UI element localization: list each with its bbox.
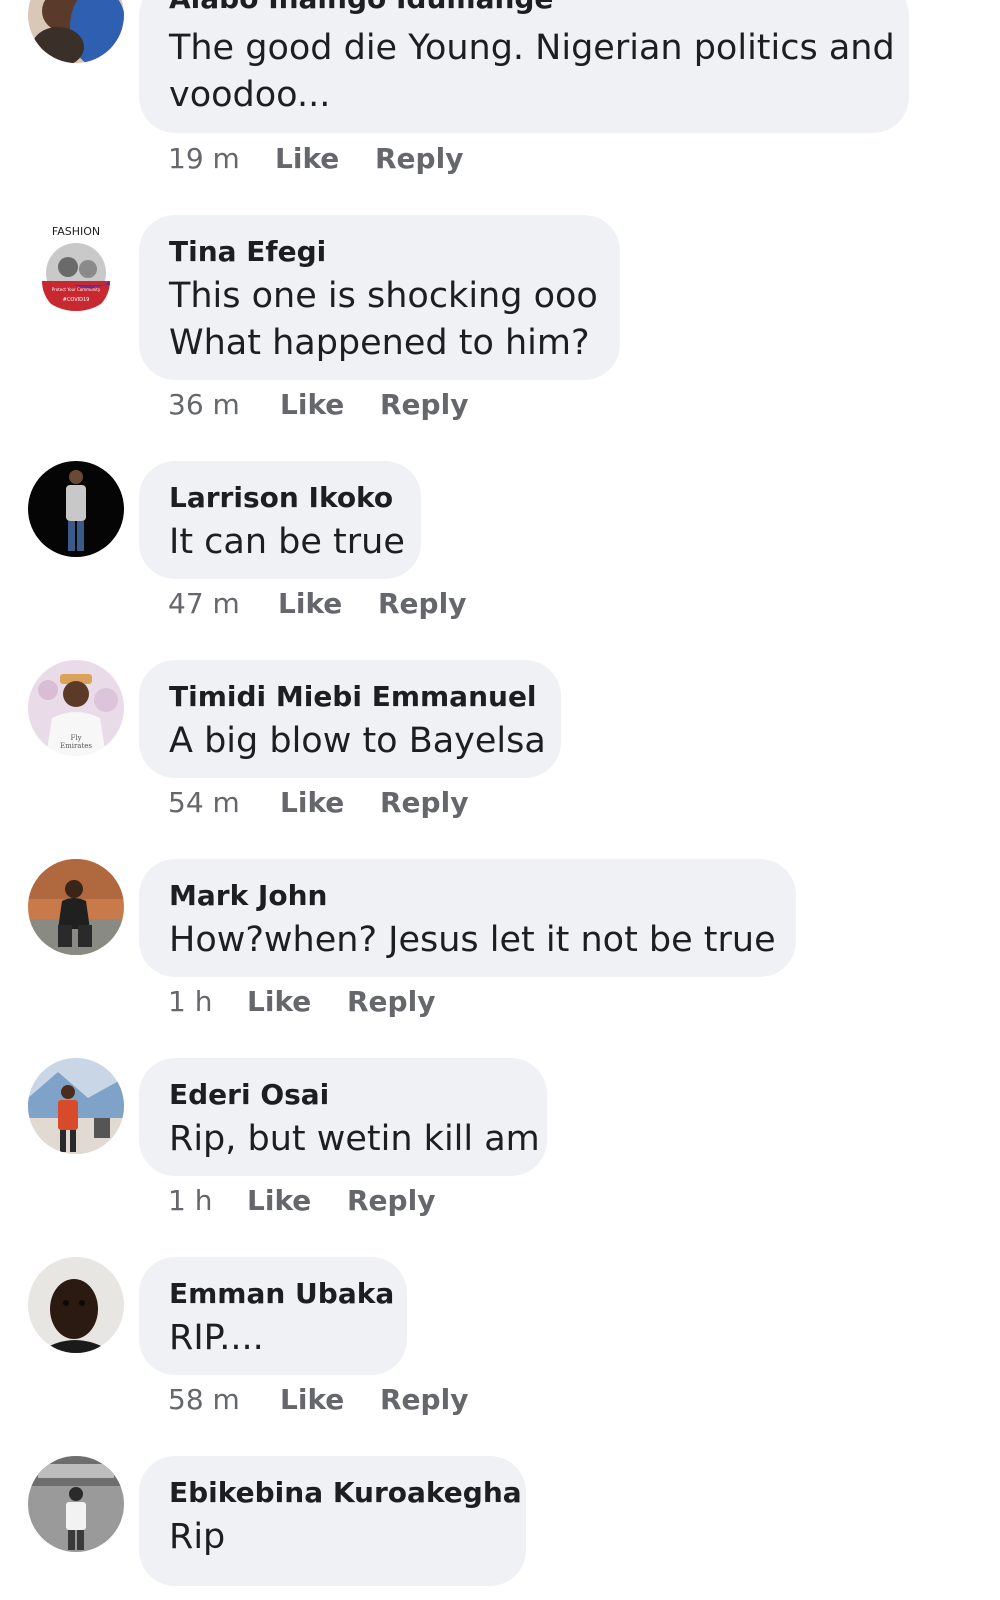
comment-text: This one is shocking ooo [169, 276, 598, 316]
like-button[interactable]: Like [275, 142, 339, 175]
comment-bubble: Ebikebina Kuroakegha Rip [139, 1456, 526, 1586]
avatar[interactable] [28, 859, 124, 955]
comment-time[interactable]: 36 m [168, 388, 240, 421]
like-button[interactable]: Like [247, 985, 311, 1018]
comment-text: How?when? Jesus let it not be true [169, 920, 776, 960]
reply-button[interactable]: Reply [380, 1383, 468, 1416]
comment-bubble: Emman Ubaka RIP.... [139, 1257, 407, 1375]
comment-author[interactable]: Tina Efegi [169, 235, 326, 268]
avatar-badge-text: Protect Your Community [52, 287, 101, 292]
avatar-badge-text: #COVID19 [63, 297, 90, 303]
comment-time[interactable]: 58 m [168, 1383, 240, 1416]
comment-text: voodoo... [169, 75, 331, 115]
reply-button[interactable]: Reply [380, 388, 468, 421]
comment-text: It can be true [169, 522, 405, 562]
profile-photo-icon [28, 859, 124, 955]
comment-time[interactable]: 1 h [168, 1184, 212, 1217]
comment-text: RIP.... [169, 1318, 264, 1358]
comment-bubble: Tina Efegi This one is shocking ooo What… [139, 215, 620, 380]
profile-photo-icon [28, 1456, 124, 1552]
comments-thread: Alabo Inaingo Idumange The good die Youn… [0, 0, 1000, 1600]
profile-photo-icon: FASHION Protect Your Community #COVID19 [28, 215, 124, 311]
comment-bubble: Larrison Ikoko It can be true [139, 461, 421, 579]
comment-author[interactable]: Alabo Inaingo Idumange [169, 0, 553, 15]
comment-bubble: Alabo Inaingo Idumange The good die Youn… [139, 0, 909, 133]
avatar-caption: FASHION [52, 225, 100, 238]
profile-photo-icon: Fly Emirates [28, 660, 124, 756]
comment-author[interactable]: Timidi Miebi Emmanuel [169, 680, 537, 713]
reply-button[interactable]: Reply [375, 142, 463, 175]
like-button[interactable]: Like [280, 786, 344, 819]
profile-photo-icon [28, 0, 124, 63]
avatar-shirt-text: Emirates [60, 742, 92, 750]
like-button[interactable]: Like [278, 587, 342, 620]
comment-time[interactable]: 47 m [168, 587, 240, 620]
comment-text: Rip, but wetin kill am [169, 1119, 540, 1159]
comment-bubble: Timidi Miebi Emmanuel A big blow to Baye… [139, 660, 561, 778]
reply-button[interactable]: Reply [378, 587, 466, 620]
comment-text: What happened to him? [169, 323, 590, 363]
avatar[interactable] [28, 0, 124, 63]
like-button[interactable]: Like [280, 1383, 344, 1416]
avatar[interactable] [28, 1257, 124, 1353]
profile-photo-icon [28, 461, 124, 557]
comment-time[interactable]: 1 h [168, 985, 212, 1018]
reply-button[interactable]: Reply [347, 985, 435, 1018]
comment-text: Rip [169, 1517, 226, 1557]
comment-author[interactable]: Mark John [169, 879, 327, 912]
avatar[interactable] [28, 1058, 124, 1154]
profile-photo-icon [28, 1257, 124, 1353]
avatar[interactable] [28, 1456, 124, 1552]
avatar[interactable]: Fly Emirates [28, 660, 124, 756]
comment-text: A big blow to Bayelsa [169, 721, 546, 761]
avatar[interactable]: FASHION Protect Your Community #COVID19 [28, 215, 124, 311]
like-button[interactable]: Like [280, 388, 344, 421]
comment-time[interactable]: 54 m [168, 786, 240, 819]
comment-time[interactable]: 19 m [168, 142, 240, 175]
comment-bubble: Mark John How?when? Jesus let it not be … [139, 859, 796, 977]
reply-button[interactable]: Reply [380, 786, 468, 819]
like-button[interactable]: Like [247, 1184, 311, 1217]
avatar-shirt-text: Fly [70, 734, 81, 742]
comment-text: The good die Young. Nigerian politics an… [169, 28, 895, 68]
comment-author[interactable]: Ederi Osai [169, 1078, 329, 1111]
avatar[interactable] [28, 461, 124, 557]
comment-author[interactable]: Ebikebina Kuroakegha [169, 1476, 522, 1509]
comment-bubble: Ederi Osai Rip, but wetin kill am [139, 1058, 547, 1176]
comment-author[interactable]: Emman Ubaka [169, 1277, 394, 1310]
comment-author[interactable]: Larrison Ikoko [169, 481, 393, 514]
reply-button[interactable]: Reply [347, 1184, 435, 1217]
profile-photo-icon [28, 1058, 124, 1154]
